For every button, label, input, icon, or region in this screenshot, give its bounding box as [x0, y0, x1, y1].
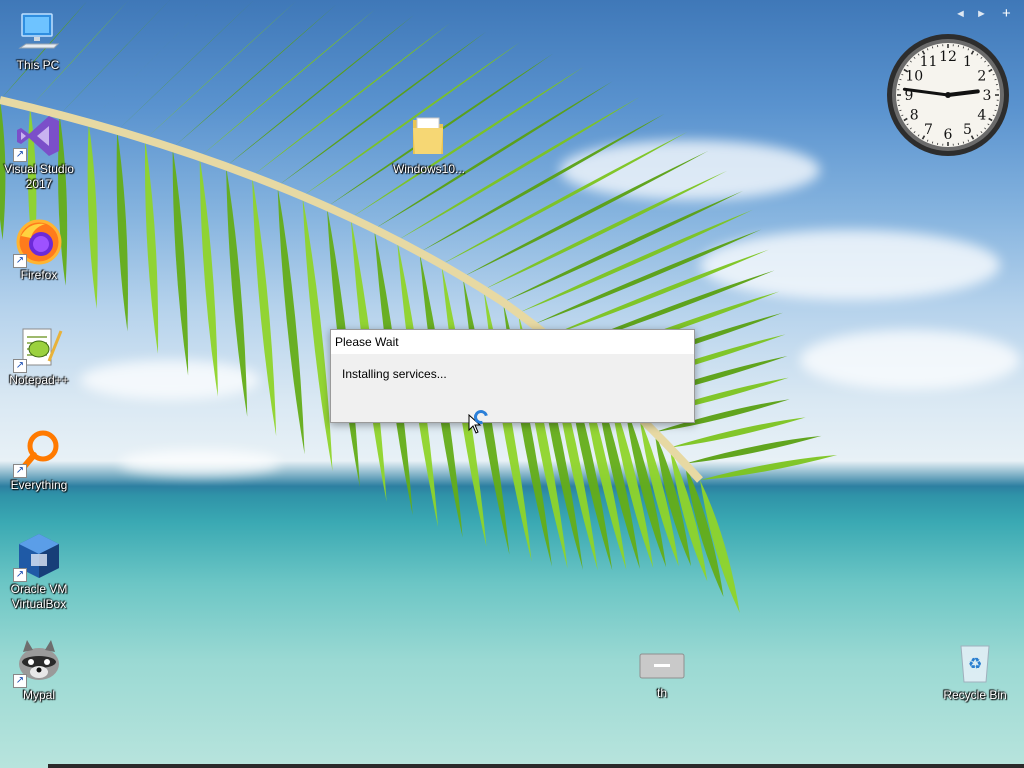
desktop-icon-visual-studio[interactable]: ↗ Visual Studio 2017 [1, 112, 77, 192]
please-wait-dialog: Please Wait Installing services... [330, 329, 695, 423]
shortcut-arrow-icon: ↗ [13, 674, 27, 688]
shortcut-arrow-icon: ↗ [13, 148, 27, 162]
shortcut-arrow-icon: ↗ [13, 254, 27, 268]
dialog-title: Please Wait [331, 330, 694, 354]
desktop-icon-label: This PC [16, 58, 60, 72]
clock-number: 5 [963, 122, 972, 138]
dialog-message: Installing services... [342, 367, 447, 381]
computer-icon [14, 8, 62, 56]
palm-leaflet [172, 4, 337, 148]
palm-leaflet [277, 186, 305, 455]
clock-number: 10 [905, 69, 923, 85]
clock-number: 3 [983, 88, 992, 104]
desktop-icon-label: Oracle VM VirtualBox [10, 582, 68, 611]
palm-leaflet [199, 9, 376, 157]
gadget-prev-button[interactable]: ◄ [955, 8, 966, 20]
shortcut-arrow-icon: ↗ [13, 568, 27, 582]
desktop-icon-label: Visual Studio 2017 [4, 162, 74, 191]
visual-studio-icon: ↗ [13, 112, 63, 162]
palm-leaflet [145, 1, 296, 140]
palm-leaflet [199, 156, 218, 397]
desktop-icon-windows10-folder[interactable]: Windows10... [391, 112, 467, 177]
palm-leaflet [483, 170, 728, 290]
palm-leaflet [88, 0, 212, 123]
clock-gadget[interactable]: 12 1234567891011 [886, 33, 1010, 157]
clock-number: 6 [944, 127, 953, 143]
clock-number: 2 [977, 69, 986, 85]
desktop-icon-notepadpp[interactable]: ↗ Notepad++ [1, 323, 77, 388]
clock-number: 11 [920, 54, 938, 70]
desktop-icon-label: Mypal [22, 688, 55, 702]
palm-leaflet [172, 147, 189, 376]
palm-leaflet [302, 196, 333, 472]
palm-leaflet [144, 139, 159, 354]
desktop-icon-label: th [656, 686, 667, 700]
desktop-icon-label: Recycle Bin [943, 688, 1007, 702]
palm-leaflet [350, 66, 584, 218]
palm-leaflet [548, 249, 769, 337]
taskbar-edge [48, 764, 1024, 768]
palm-leaflet [226, 15, 414, 167]
firefox-icon: ↗ [13, 218, 63, 268]
magnifier-icon: ↗ [13, 428, 63, 478]
clock-number: 12 [939, 49, 957, 65]
gadget-add-button[interactable]: + [1002, 5, 1011, 22]
recycle-bin-icon: ♻ [951, 638, 999, 686]
shortcut-arrow-icon: ↗ [13, 464, 27, 478]
clock-number: 8 [910, 108, 919, 124]
desktop-icon-th[interactable]: th [624, 648, 700, 701]
notepadpp-icon: ↗ [13, 323, 63, 373]
clock-number: 1 [963, 54, 972, 70]
svg-text:♻: ♻ [968, 654, 982, 673]
palm-leaflet [87, 122, 98, 309]
palm-leaflet [518, 209, 753, 314]
desktop-icon-everything[interactable]: ↗ Everything [1, 428, 77, 493]
drive-icon [638, 648, 686, 684]
palm-leaflet [59, 0, 170, 115]
palm-leaflet [462, 150, 709, 277]
palm-leaflet [116, 130, 128, 332]
desktop-icon-label: Notepad++ [9, 373, 69, 387]
desktop-icon-recycle-bin[interactable]: ♻ Recycle Bin [937, 638, 1013, 703]
desktop-icon-label: Everything [10, 478, 68, 492]
virtualbox-icon: ↗ [13, 532, 63, 582]
desktop-icon-label: Firefox [20, 268, 58, 282]
desktop-icon-virtualbox[interactable]: ↗ Oracle VM VirtualBox [1, 532, 77, 612]
shortcut-arrow-icon: ↗ [13, 359, 27, 373]
desktop-icon-this-pc[interactable]: This PC [0, 8, 76, 73]
desktop-icon-mypal[interactable]: ↗ Mypal [1, 638, 77, 703]
clock-number: 7 [924, 122, 933, 138]
palm-leaflet [252, 176, 277, 437]
folder-icon [405, 112, 453, 160]
palm-leaflet [117, 0, 254, 131]
desktop-icon-firefox[interactable]: ↗ Firefox [1, 218, 77, 283]
palm-leaflet [226, 166, 248, 417]
clock-number: 4 [977, 108, 986, 124]
raccoon-icon: ↗ [13, 638, 63, 688]
gadget-next-button[interactable]: ► [976, 8, 987, 20]
palm-leaflet [441, 131, 688, 265]
desktop-icon-label: Windows10... [392, 162, 466, 176]
